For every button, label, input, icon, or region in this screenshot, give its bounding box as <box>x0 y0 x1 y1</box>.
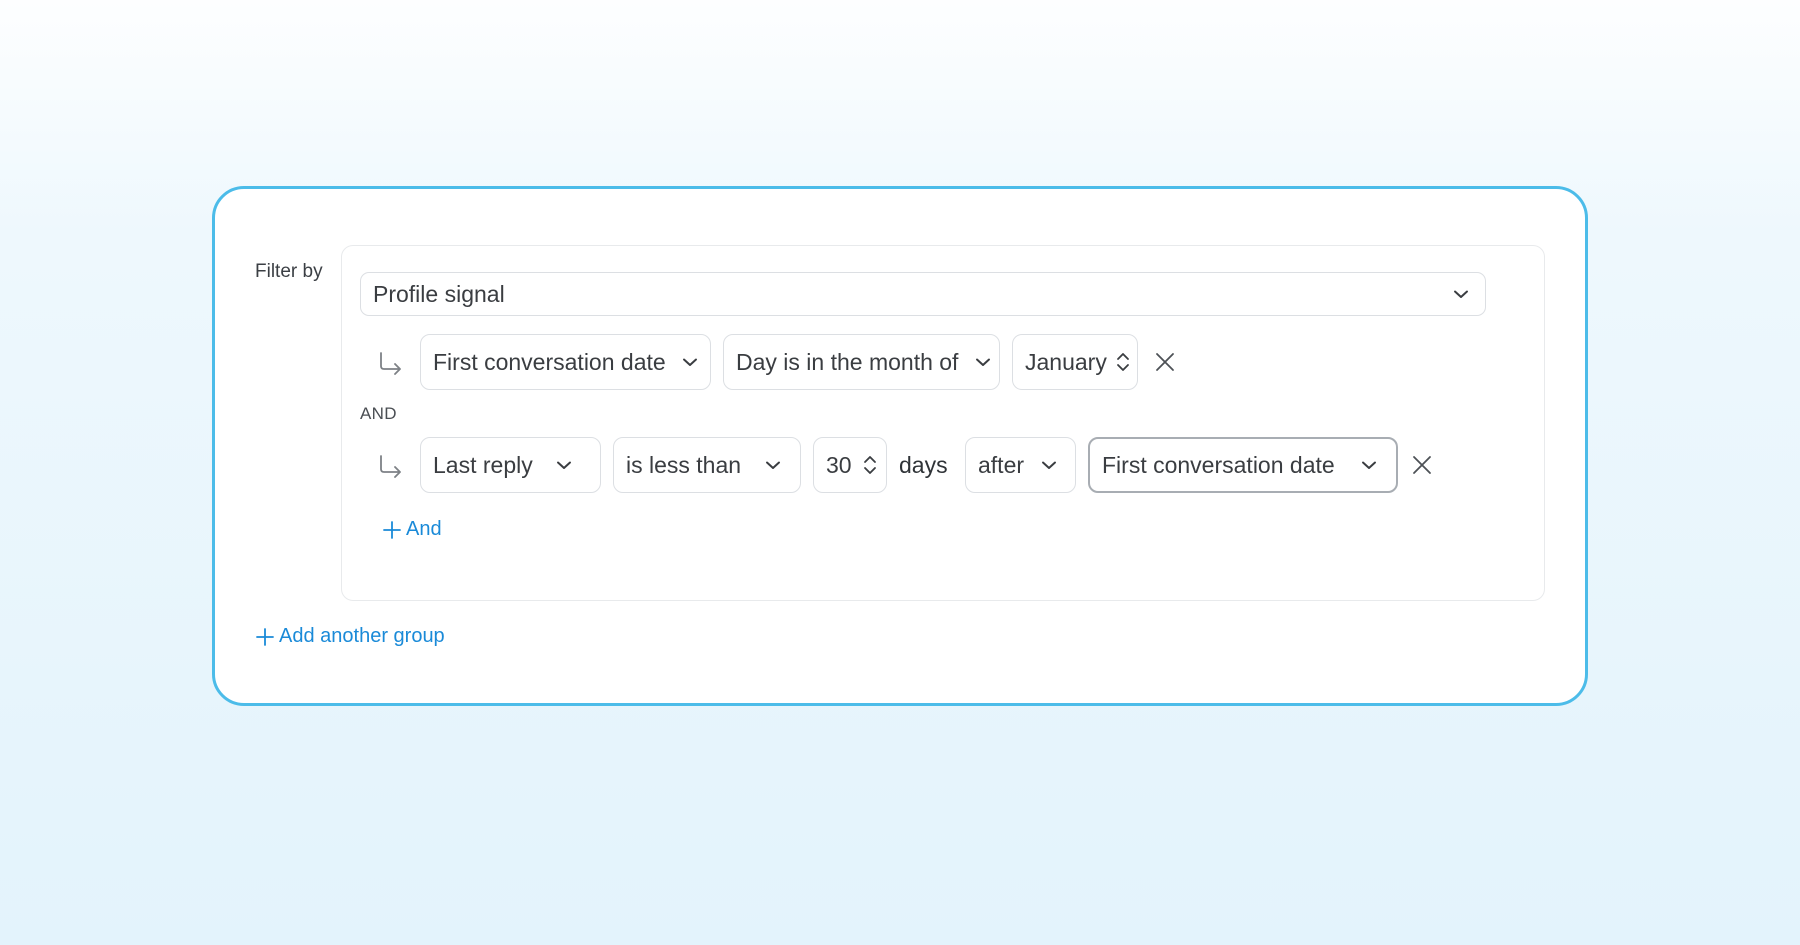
row2-field-select[interactable]: Last reply <box>420 437 601 493</box>
row1-remove-close-icon[interactable] <box>1152 349 1178 375</box>
add-another-group-button[interactable]: Add another group <box>255 625 445 648</box>
chevron-down-icon <box>554 455 574 475</box>
row1-operator-select[interactable]: Day is in the month of <box>723 334 1000 390</box>
chevron-down-icon <box>973 352 993 372</box>
up-down-chevron-icon[interactable] <box>1113 352 1133 372</box>
group-type-select[interactable]: Profile signal <box>360 272 1486 316</box>
group-type-value: Profile signal <box>373 280 505 307</box>
row2-relation-value: after <box>978 451 1025 478</box>
row1-operator-value: Day is in the month of <box>736 348 959 375</box>
row1-field-select[interactable]: First conversation date <box>420 334 711 390</box>
plus-icon <box>382 520 402 540</box>
add-and-label: And <box>406 518 442 540</box>
up-down-chevron-icon[interactable] <box>860 455 880 475</box>
row2-unit-label: days <box>899 452 948 478</box>
row2-operator-value: is less than <box>626 451 742 478</box>
row2-field-value: Last reply <box>433 451 533 478</box>
chevron-down-icon <box>763 455 783 475</box>
row2-value: 30 <box>826 451 852 478</box>
filter-by-label: Filter by <box>255 261 323 282</box>
chevron-down-icon <box>1359 455 1379 475</box>
row2-remove-close-icon[interactable] <box>1409 452 1435 478</box>
subdirectory-arrow-icon <box>376 453 404 481</box>
add-and-condition-button[interactable]: And <box>382 518 442 541</box>
row2-relation-select[interactable]: after <box>965 437 1076 493</box>
row1-field-value: First conversation date <box>433 348 666 375</box>
chevron-down-icon <box>680 352 700 372</box>
row2-reference-select[interactable]: First conversation date <box>1088 437 1398 493</box>
row2-operator-select[interactable]: is less than <box>613 437 801 493</box>
row1-month-stepper[interactable]: January <box>1012 334 1138 390</box>
chevron-down-icon <box>1039 455 1059 475</box>
and-connector-label: AND <box>360 404 397 423</box>
row2-reference-value: First conversation date <box>1102 451 1335 478</box>
row1-month-value: January <box>1025 348 1107 375</box>
row2-value-stepper[interactable]: 30 <box>813 437 887 493</box>
plus-icon <box>255 627 275 647</box>
filter-card: Filter by Profile signal First conversat… <box>212 186 1588 706</box>
add-another-group-label: Add another group <box>279 625 445 647</box>
subdirectory-arrow-icon <box>376 350 404 378</box>
chevron-down-icon <box>1451 284 1471 304</box>
filter-group: Profile signal First conversation date D… <box>341 245 1545 601</box>
